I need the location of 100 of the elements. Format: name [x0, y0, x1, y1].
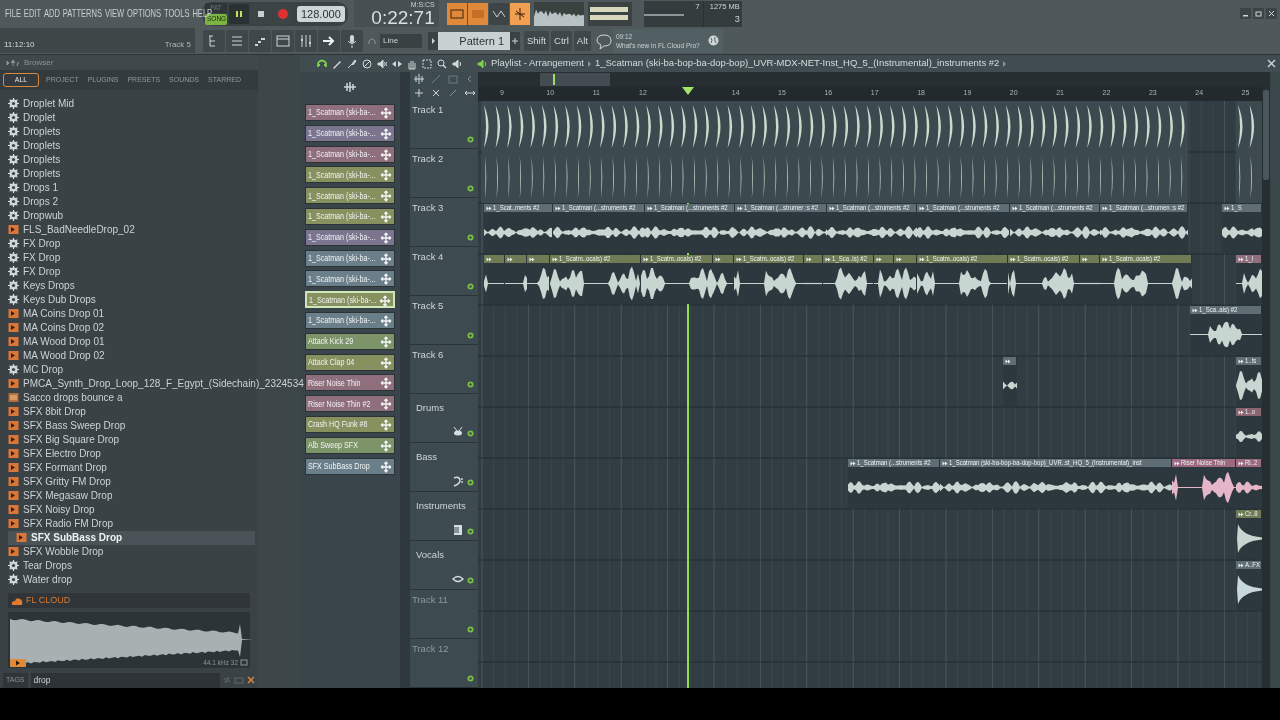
track-enable-icon[interactable] [467, 528, 474, 535]
browser-item[interactable]: SFX Wobble Drop [8, 544, 255, 559]
track-enable-icon[interactable] [467, 626, 474, 633]
track-enable-icon[interactable] [467, 478, 474, 486]
pattern-clip-item[interactable]: Alb Sweep SFX [305, 436, 395, 454]
move-icon[interactable] [380, 148, 392, 161]
move-icon[interactable] [380, 335, 392, 348]
browser-item[interactable]: Tear Drops [8, 558, 255, 573]
clip-header[interactable] [484, 255, 505, 263]
magnet-icon[interactable] [316, 57, 328, 70]
browser-item[interactable]: SFX Radio FM Drop [8, 516, 255, 531]
menu-item[interactable]: VIEW [104, 8, 125, 19]
close-icon[interactable] [247, 676, 255, 685]
speech-bubble-icon[interactable] [594, 31, 613, 50]
selection-icon[interactable] [421, 57, 433, 70]
crop-icon[interactable] [240, 659, 248, 667]
browser-item[interactable]: PMCA_Synth_Drop_Loop_128_F_Egypt_(Sidechain)_2324534 [8, 376, 304, 391]
browser-item[interactable]: MC Drop [8, 362, 255, 377]
move-icon[interactable] [380, 273, 392, 286]
move-icon[interactable] [380, 377, 392, 390]
pattern-clip-item[interactable]: 1_Scatman (ski-ba-... [305, 187, 395, 205]
piano-roll-icon[interactable] [249, 29, 271, 52]
channel-rack-icon[interactable] [272, 29, 294, 52]
clip-header[interactable] [1003, 357, 1017, 365]
move-icon[interactable] [380, 314, 392, 327]
browser-item[interactable]: SFX Big Square Drop [8, 432, 255, 447]
move-icon[interactable] [380, 439, 392, 452]
browser-item[interactable]: Drops 1 [8, 180, 255, 195]
move-icon[interactable] [380, 127, 392, 140]
menu-item[interactable]: TOOLS [164, 8, 190, 19]
step-edit-icon[interactable] [509, 2, 530, 25]
scrollbar-thumb[interactable] [1263, 90, 1269, 180]
clip-header[interactable] [874, 255, 894, 263]
move-icon[interactable] [380, 252, 392, 265]
browser-item[interactable]: SFX Electro Drop [8, 446, 255, 461]
browser-item[interactable]: SFX Megasaw Drop [8, 488, 255, 503]
menu-item[interactable]: ADD [43, 8, 60, 19]
move-icon[interactable] [380, 211, 392, 223]
clip-header[interactable] [527, 255, 550, 263]
browser-item[interactable]: MA Wood Drop 02 [8, 348, 255, 363]
arrow-right-icon[interactable] [318, 29, 340, 52]
menu-item[interactable]: FILE [5, 8, 21, 19]
browser-item[interactable]: Droplets [8, 124, 255, 139]
zoom-icon[interactable] [436, 57, 448, 70]
pattern-clip-item[interactable]: 1_Scatman (ski-ba-... [305, 270, 395, 288]
browser-item[interactable]: MA Coins Drop 01 [8, 306, 255, 321]
pattern-clip-item[interactable]: 1_Scatman (ski-ba-... [305, 228, 395, 246]
menu-item[interactable]: PATTERNS [62, 8, 102, 19]
track-enable-icon[interactable] [467, 184, 474, 192]
browser-item[interactable]: Keys Dub Drops [8, 292, 255, 307]
loop-record-icon[interactable] [488, 2, 509, 25]
move-icon[interactable] [380, 231, 392, 244]
menu-item[interactable]: EDIT [23, 8, 42, 19]
clip-header[interactable] [894, 255, 917, 263]
snap-dropdown[interactable]: Line [380, 33, 422, 48]
pattern-clip-item[interactable]: Crash HQ Funk #8 [305, 415, 395, 433]
menu-item[interactable]: OPTIONS [127, 8, 162, 19]
browser-item[interactable]: SFX 8bit Drop [8, 404, 255, 419]
track-name[interactable]: Bass [416, 449, 438, 465]
move-icon[interactable] [380, 169, 392, 182]
metronome-icon[interactable] [446, 2, 467, 25]
track-enable-icon[interactable] [467, 282, 474, 290]
track-name[interactable]: Track 2 [412, 151, 444, 167]
track-name[interactable]: Track 1 [412, 102, 444, 118]
browser-item[interactable]: SFX Formant Drop [8, 460, 255, 475]
track-enable-icon[interactable] [467, 331, 474, 339]
browser-item[interactable]: SFX Bass Sweep Drop [8, 418, 255, 433]
clip-header[interactable] [1080, 255, 1100, 263]
move-icon[interactable] [380, 418, 392, 431]
browser-item[interactable]: Dropwub [8, 208, 255, 223]
track-name[interactable]: Instruments [416, 498, 466, 514]
browser-item[interactable]: Water drop [8, 572, 255, 587]
modifier-key[interactable]: Ctrl [551, 30, 572, 51]
clip-header[interactable] [713, 255, 734, 263]
track-enable-icon[interactable] [467, 577, 474, 584]
browser-item[interactable]: Keys Drops [8, 278, 255, 293]
track-name[interactable]: Track 12 [412, 642, 449, 657]
pattern-clip-item[interactable]: Riser Noise Thin #2 [305, 395, 395, 413]
minimize-button[interactable] [1240, 8, 1251, 20]
move-icon[interactable] [380, 398, 392, 411]
move-icon[interactable] [380, 190, 392, 203]
track-enable-icon[interactable] [467, 135, 474, 143]
move-icon[interactable] [380, 460, 392, 473]
waveform-icon[interactable] [343, 80, 357, 93]
browser-item[interactable]: Droplet [8, 110, 255, 125]
pattern-clip-item[interactable]: 1_Scatman (ski-ba-... [305, 104, 395, 121]
browser-item[interactable]: Droplet Mid [8, 96, 255, 111]
browser-item[interactable]: Sacco drops bounce a [8, 390, 255, 405]
browser-item[interactable]: Droplets [8, 166, 255, 181]
browser-item[interactable]: FLS_BadNeedleDrop_02 [8, 222, 255, 237]
close-icon[interactable] [1267, 59, 1276, 68]
brush-icon[interactable] [346, 57, 358, 70]
browser-item[interactable]: SFX SubBass Drop [8, 530, 255, 545]
move-icon[interactable] [379, 295, 391, 308]
browser-item[interactable]: MA Wood Drop 01 [8, 334, 255, 349]
pattern-clip-item[interactable]: 1_Scatman (ski-ba-... [305, 249, 395, 267]
track-enable-icon[interactable] [467, 429, 474, 437]
move-icon[interactable] [380, 356, 392, 369]
pause-button[interactable] [229, 3, 249, 24]
track-name[interactable]: Track 11 [412, 593, 448, 608]
